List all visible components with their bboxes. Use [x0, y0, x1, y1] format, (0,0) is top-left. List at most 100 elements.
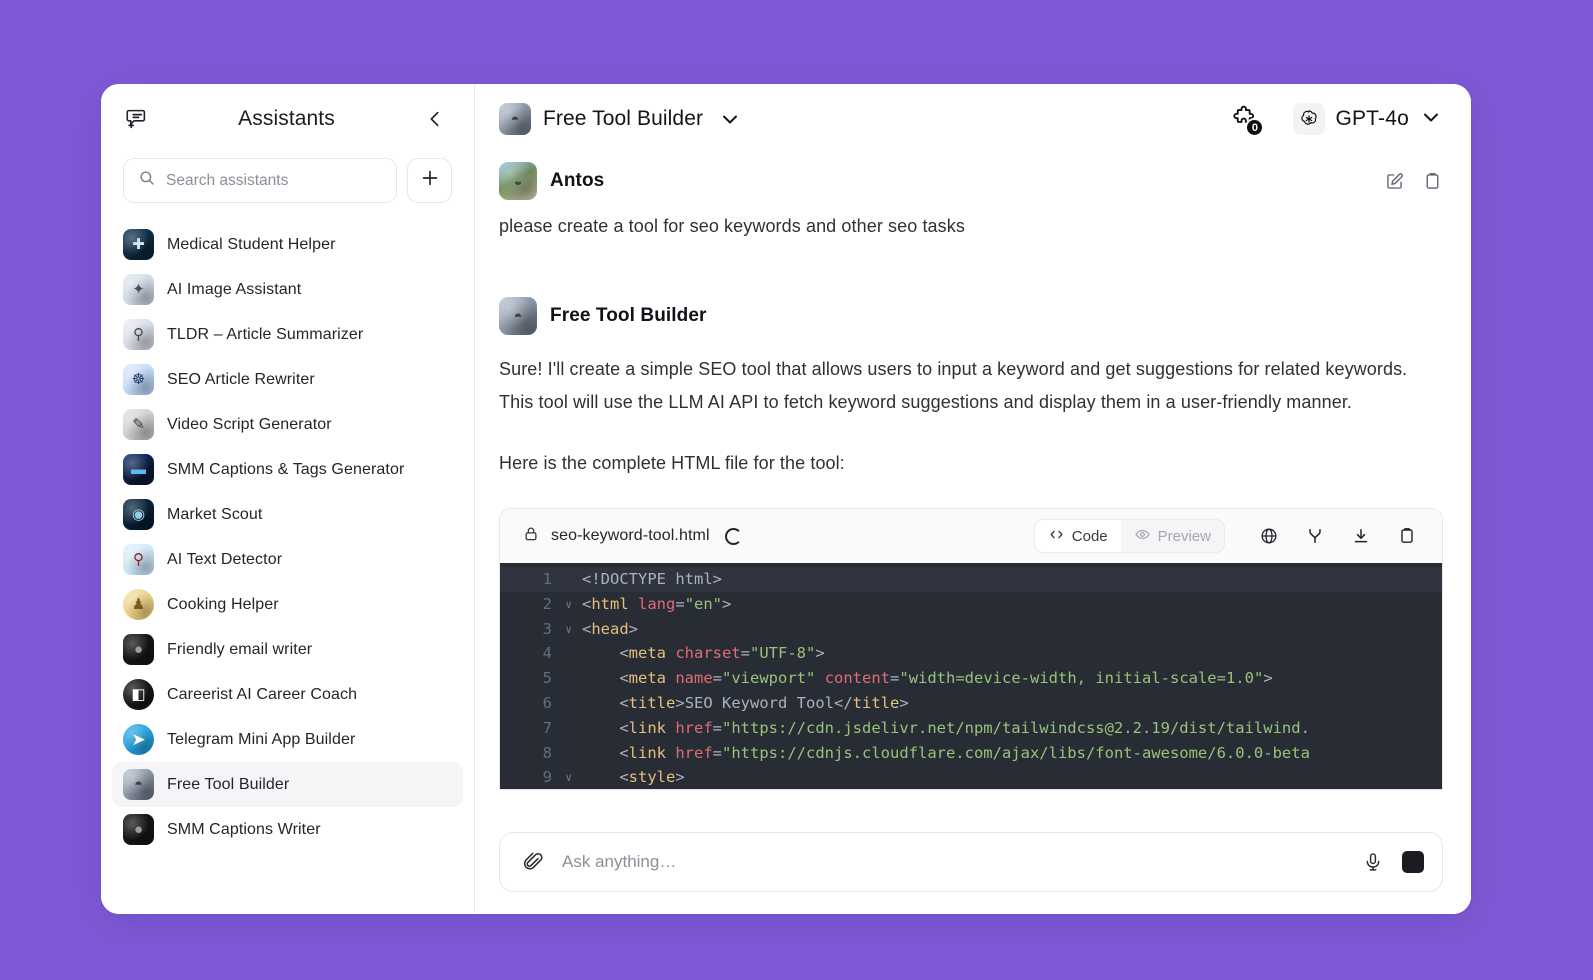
plugins-button[interactable]: 0: [1227, 103, 1265, 137]
copy-message-icon[interactable]: [1421, 170, 1443, 192]
code-content[interactable]: <!DOCTYPE html> <html lang="en"> <head> <m…: [560, 567, 1442, 789]
branch-icon[interactable]: [1300, 521, 1330, 551]
artifact-view-tabs[interactable]: Code Preview: [1033, 519, 1225, 553]
assistant-avatar: ✎: [123, 409, 154, 440]
assistant-avatar: ♟: [123, 589, 154, 620]
code-line-number: 9 ∨: [500, 765, 572, 789]
code-token: <!DOCTYPE html>: [582, 570, 722, 588]
assistant-avatar: ●: [123, 634, 154, 665]
sidebar-item-label: Market Scout: [167, 505, 263, 523]
assistant-message-header: ◓ Free Tool Builder: [499, 293, 1443, 339]
sidebar-item-market-scout[interactable]: ◉ Market Scout: [112, 492, 463, 537]
lock-icon: [522, 525, 540, 548]
globe-icon[interactable]: [1254, 521, 1284, 551]
code-fold-chevron-down-icon[interactable]: ∨: [565, 766, 572, 789]
tab-preview[interactable]: Preview: [1120, 520, 1224, 552]
avatar-glyph: ➤: [131, 730, 146, 749]
openai-logo-icon: [1293, 103, 1326, 135]
tab-code[interactable]: Code: [1035, 520, 1121, 552]
code-token: html: [591, 594, 629, 613]
code-token: >: [722, 594, 732, 613]
assistant-paragraph-2: Here is the complete HTML file for the t…: [499, 453, 845, 473]
code-token: =: [712, 669, 723, 688]
model-name: GPT-4o: [1335, 107, 1409, 130]
code-token: "en": [684, 594, 723, 613]
avatar: ◒: [499, 162, 537, 200]
code-line: <title>SEO Keyword Tool</title>: [582, 691, 1442, 716]
code-line: <html lang="en">: [582, 592, 1442, 617]
code-line-number: 5: [500, 666, 560, 691]
code-line: <link href="https://cdn.jsdelivr.net/npm…: [582, 716, 1442, 741]
code-token: charset: [675, 644, 741, 663]
code-token: style: [628, 768, 676, 787]
sidebar-item-careerist-ai-career-coach[interactable]: ◧ Careerist AI Career Coach: [112, 672, 463, 717]
code-line-number: 6: [500, 691, 560, 716]
model-picker[interactable]: GPT-4o: [1293, 103, 1443, 135]
sidebar-item-friendly-email-writer[interactable]: ● Friendly email writer: [112, 627, 463, 672]
avatar-glyph: ◉: [131, 506, 146, 523]
code-token: >: [899, 693, 909, 712]
assistant-list[interactable]: ✚ Medical Student Helper ✦ AI Image Assista…: [101, 222, 474, 914]
sidebar-item-label: Telegram Mini App Builder: [167, 730, 356, 748]
composer[interactable]: [499, 832, 1443, 892]
microphone-icon[interactable]: [1358, 847, 1388, 877]
sidebar-item-seo-article-rewriter[interactable]: ☸ SEO Article Rewriter: [112, 357, 463, 402]
code-artifact: seo-keyword-tool.html Code Preview 1 2 ∨…: [499, 508, 1443, 790]
sidebar-item-tldr-article-summarizer[interactable]: ⚲ TLDR – Article Summarizer: [112, 312, 463, 357]
sidebar-item-ai-image-assistant[interactable]: ✦ AI Image Assistant: [112, 267, 463, 312]
code-fold-chevron-down-icon[interactable]: ∨: [565, 618, 572, 643]
sidebar-item-smm-captions-writer[interactable]: ● SMM Captions Writer: [112, 807, 463, 852]
sidebar-item-label: Friendly email writer: [167, 640, 313, 658]
sidebar-item-telegram-mini-app-builder[interactable]: ➤ Telegram Mini App Builder: [112, 717, 463, 762]
edit-message-icon[interactable]: [1383, 170, 1405, 192]
avatar-glyph: ✦: [132, 281, 145, 298]
code-editor[interactable]: 1 2 ∨ 3 ∨ 4 5 6 7 8 9 ∨ <!DOCTYPE html> <html lang="…: [500, 563, 1442, 789]
message-input[interactable]: [562, 852, 1344, 872]
sidebar-item-free-tool-builder[interactable]: ◓ Free Tool Builder: [112, 762, 463, 807]
page-title: Free Tool Builder: [543, 107, 704, 130]
sidebar-item-smm-captions-tags-generator[interactable]: ▬ SMM Captions & Tags Generator: [112, 447, 463, 492]
assistant-avatar: ✚: [123, 229, 154, 260]
stop-square-icon[interactable]: [1402, 851, 1424, 873]
code-line: <meta name="viewport" content="width=dev…: [582, 666, 1442, 691]
code-line-number: 2 ∨: [500, 592, 572, 617]
sidebar-item-cooking-helper[interactable]: ♟ Cooking Helper: [112, 582, 463, 627]
code-token: <: [582, 693, 629, 712]
code-token: content: [824, 669, 891, 688]
code-token: >: [1263, 669, 1273, 688]
assistant-avatar: ⚲: [123, 544, 154, 575]
sidebar-item-label: SMM Captions & Tags Generator: [167, 460, 405, 478]
line-number: 8: [542, 743, 552, 762]
code-fold-chevron-down-icon[interactable]: ∨: [565, 593, 572, 618]
sidebar-item-video-script-generator[interactable]: ✎ Video Script Generator: [112, 402, 463, 447]
avatar-glyph: ◒: [513, 172, 523, 190]
code-token: </: [834, 693, 853, 712]
add-assistant-button[interactable]: [407, 158, 452, 203]
plugins-badge-count: 0: [1245, 118, 1265, 137]
code-token: title: [852, 693, 900, 712]
new-chat-icon[interactable]: [123, 104, 153, 134]
code-token: lang: [638, 594, 676, 613]
download-icon[interactable]: [1346, 521, 1376, 551]
sidebar-item-medical-student-helper[interactable]: ✚ Medical Student Helper: [112, 222, 463, 267]
search-input[interactable]: [166, 171, 382, 190]
avatar-glyph: ✎: [132, 416, 145, 433]
model-chevron-down-icon[interactable]: [1419, 105, 1443, 134]
paperclip-icon[interactable]: [518, 847, 548, 877]
code-token: =: [890, 669, 900, 688]
code-token: SEO Keyword Tool: [684, 693, 834, 712]
chevron-left-icon[interactable]: [420, 104, 450, 134]
code-token: link: [628, 718, 666, 737]
code-token: <: [582, 644, 629, 663]
assistant-avatar: ●: [123, 814, 154, 845]
assistant-dropdown-chevron-down-icon[interactable]: [715, 104, 745, 134]
search-box[interactable]: [123, 158, 397, 203]
sidebar: Assistants Search assistants ✚ Medical S…: [101, 84, 475, 914]
code-token: >: [675, 693, 685, 712]
copy-icon[interactable]: [1392, 521, 1422, 551]
sidebar-item-ai-text-detector[interactable]: ⚲ AI Text Detector: [112, 537, 463, 582]
code-token: meta: [628, 644, 666, 663]
